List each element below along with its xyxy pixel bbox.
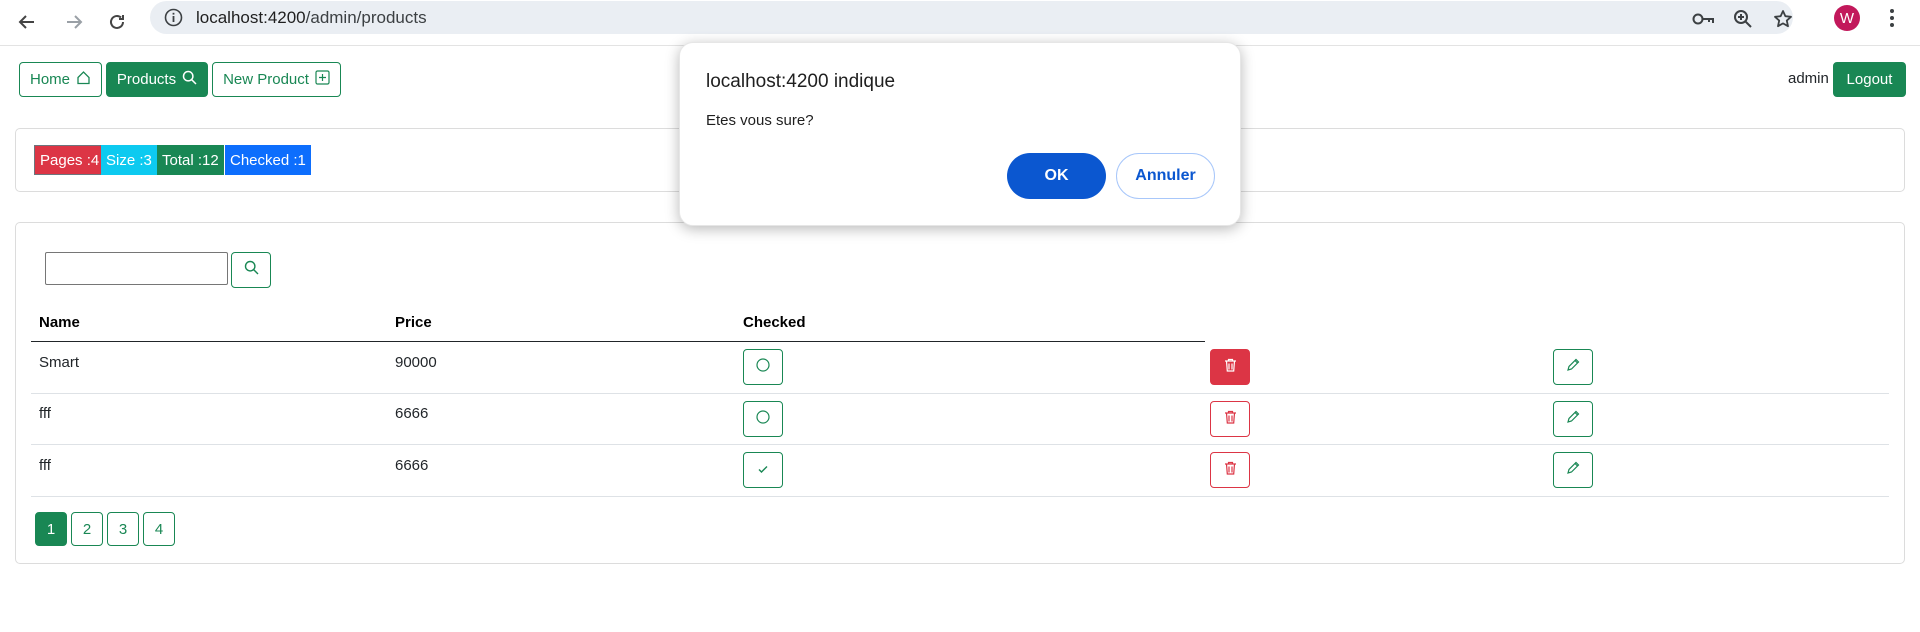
url-path: /admin/products bbox=[305, 8, 427, 27]
profile-avatar[interactable]: W bbox=[1834, 5, 1860, 31]
row-divider bbox=[31, 496, 1889, 497]
edit-button[interactable] bbox=[1553, 349, 1593, 385]
password-key-icon[interactable] bbox=[1692, 8, 1714, 30]
table-row-price: 6666 bbox=[395, 405, 429, 422]
table-row-name: fff bbox=[39, 457, 51, 474]
search-icon bbox=[182, 70, 197, 89]
header-divider bbox=[31, 341, 1205, 342]
forward-arrow-icon[interactable] bbox=[58, 6, 90, 38]
browser-toolbar: localhost:4200/admin/products W bbox=[0, 0, 1920, 46]
pages-badge: Pages :4 bbox=[34, 145, 106, 175]
row-divider bbox=[31, 393, 1889, 394]
dialog-message: Etes vous sure? bbox=[706, 112, 814, 129]
column-header-name: Name bbox=[39, 314, 80, 331]
row-divider bbox=[31, 444, 1889, 445]
dialog-title: localhost:4200 indique bbox=[706, 71, 896, 92]
table-row-price: 90000 bbox=[395, 354, 437, 371]
ok-button[interactable]: OK bbox=[1007, 153, 1106, 199]
username-label: admin bbox=[1788, 70, 1829, 87]
delete-button[interactable] bbox=[1210, 349, 1250, 385]
circle-icon bbox=[756, 357, 770, 377]
home-label: Home bbox=[29, 71, 70, 88]
site-info-icon[interactable] bbox=[164, 8, 183, 27]
confirm-dialog: localhost:4200 indique Etes vous sure? O… bbox=[679, 42, 1241, 226]
delete-button[interactable] bbox=[1210, 401, 1250, 437]
column-header-checked: Checked bbox=[743, 314, 806, 331]
new-product-label: New Product bbox=[223, 71, 309, 88]
edit-button[interactable] bbox=[1553, 401, 1593, 437]
trash-icon bbox=[1224, 358, 1237, 377]
search-button[interactable] bbox=[231, 252, 271, 288]
table-row-name: fff bbox=[39, 405, 51, 422]
table-row-name: Smart bbox=[39, 354, 80, 371]
checked-badge: Checked :1 bbox=[225, 145, 311, 175]
pencil-icon bbox=[1566, 358, 1580, 377]
search-icon bbox=[244, 260, 259, 280]
products-button[interactable]: Products bbox=[106, 62, 208, 97]
trash-icon bbox=[1224, 461, 1237, 480]
url-host: localhost:4200 bbox=[196, 8, 306, 27]
bookmark-star-icon[interactable] bbox=[1772, 8, 1794, 30]
edit-button[interactable] bbox=[1553, 452, 1593, 488]
address-bar[interactable]: localhost:4200/admin/products bbox=[150, 1, 1793, 34]
column-header-price: Price bbox=[395, 314, 432, 331]
house-icon bbox=[76, 70, 91, 89]
page-button-3[interactable]: 3 bbox=[107, 512, 139, 546]
back-arrow-icon[interactable] bbox=[11, 6, 43, 38]
trash-icon bbox=[1224, 410, 1237, 429]
reload-icon[interactable] bbox=[101, 6, 133, 38]
total-badge: Total :12 bbox=[157, 145, 224, 175]
url-text: localhost:4200/admin/products bbox=[196, 8, 427, 28]
plus-square-icon bbox=[315, 70, 330, 89]
pencil-icon bbox=[1566, 461, 1580, 480]
size-badge: Size :3 bbox=[101, 145, 157, 175]
circle-icon bbox=[756, 409, 770, 429]
toggle-checked-button[interactable] bbox=[743, 349, 783, 385]
delete-button[interactable] bbox=[1210, 452, 1250, 488]
home-button[interactable]: Home bbox=[19, 62, 102, 97]
search-input[interactable] bbox=[45, 252, 228, 285]
page-button-1[interactable]: 1 bbox=[35, 512, 67, 546]
logout-button[interactable]: Logout bbox=[1833, 62, 1906, 97]
page-button-4[interactable]: 4 bbox=[143, 512, 175, 546]
new-product-button[interactable]: New Product bbox=[212, 62, 341, 97]
menu-kebab-icon[interactable] bbox=[1882, 6, 1902, 30]
toggle-checked-button[interactable] bbox=[743, 401, 783, 437]
products-label: Products bbox=[116, 71, 177, 88]
pencil-icon bbox=[1566, 410, 1580, 429]
zoom-icon[interactable] bbox=[1732, 8, 1754, 30]
page-button-2[interactable]: 2 bbox=[71, 512, 103, 546]
toggle-checked-button[interactable] bbox=[743, 452, 783, 488]
check-icon bbox=[757, 461, 769, 479]
table-row-price: 6666 bbox=[395, 457, 429, 474]
cancel-button[interactable]: Annuler bbox=[1116, 153, 1215, 199]
